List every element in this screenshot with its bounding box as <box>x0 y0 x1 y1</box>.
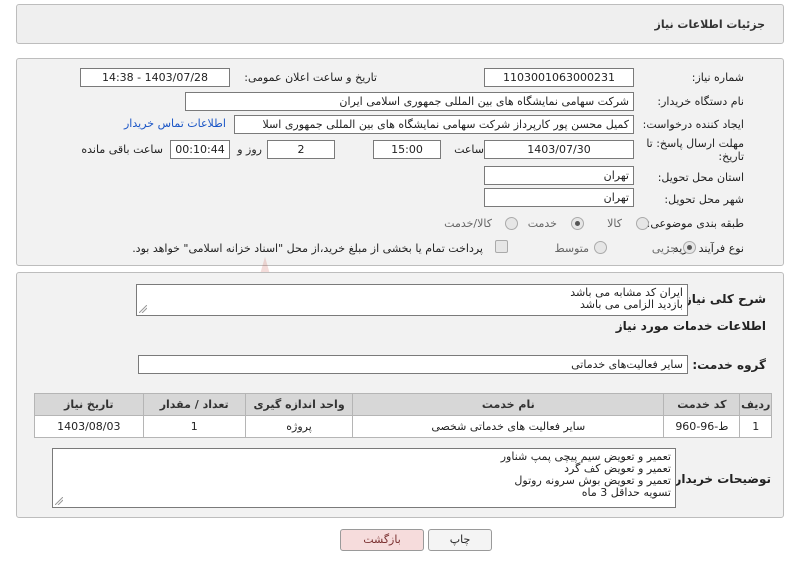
category-radio-goods[interactable] <box>636 217 649 230</box>
table-row[interactable]: 1 ط-96-960 سایر فعالیت های خدماتی شخصی پ… <box>34 415 772 438</box>
column-header: تعداد / مقدار <box>142 393 246 416</box>
announce-label: تاریخ و ساعت اعلان عمومی: <box>244 71 377 84</box>
page-header: جزئیات اطلاعات نیاز <box>16 4 784 44</box>
resize-grip-icon[interactable] <box>139 305 147 313</box>
service-group-label: گروه خدمت: <box>692 358 766 372</box>
description-line: بازدید الزامی می باشد <box>579 298 683 311</box>
category-label: طبقه بندی موضوعی: <box>646 217 744 230</box>
deadline-label: مهلت ارسال پاسخ: تا تاریخ: <box>646 137 744 163</box>
category-option-goods: کالا <box>607 217 622 230</box>
buyer-contact-link[interactable]: اطلاعات تماس خریدار <box>124 117 226 130</box>
province-field[interactable]: تهران <box>484 166 634 185</box>
buyer-notes-textarea[interactable]: تعمیر و تعویض سیم پیچی پمپ شناور تعمیر و… <box>52 448 676 508</box>
table-header-row: ردیف کد خدمت نام خدمت واحد اندازه گیری ت… <box>34 393 772 416</box>
category-option-service: خدمت <box>527 217 557 230</box>
buyer-notes-line: تعمیر و تعویض بوش سرونه روتول <box>514 474 671 487</box>
deadline-date-field[interactable]: 1403/07/30 <box>484 140 634 159</box>
service-group-field[interactable]: سایر فعالیت‌های خدماتی <box>138 355 688 374</box>
unit-cell: پروژه <box>244 415 354 438</box>
deadline-time-field[interactable]: 15:00 <box>373 140 441 159</box>
process-radio-medium[interactable] <box>594 241 607 254</box>
resize-grip-icon[interactable] <box>55 497 63 505</box>
province-label: استان محل تحویل: <box>657 171 744 184</box>
service-name-cell: سایر فعالیت های خدماتی شخصی <box>352 415 665 438</box>
print-button[interactable]: چاپ <box>428 529 492 551</box>
process-radio-minor[interactable] <box>683 241 696 254</box>
creator-label: ایجاد کننده درخواست: <box>642 118 744 131</box>
payment-note: پرداخت تمام یا بخشی از مبلغ خرید،از محل … <box>132 242 483 255</box>
services-section-title: اطلاعات خدمات مورد نیاز <box>615 319 766 333</box>
process-option-medium: متوسط <box>554 242 589 255</box>
column-header: تاریخ نیاز <box>34 393 144 416</box>
creator-field[interactable]: کمیل محسن پور کارپرداز شرکت سهامی نمایشگ… <box>234 115 634 134</box>
column-header: نام خدمت <box>352 393 665 416</box>
city-field[interactable]: تهران <box>484 188 634 207</box>
column-header: ردیف <box>739 393 772 416</box>
buyer-org-label: نام دستگاه خریدار: <box>657 95 744 108</box>
category-option-goods-service: کالا/خدمت <box>444 217 492 230</box>
need-number-field[interactable]: 1103001063000231 <box>484 68 634 87</box>
process-type-label: نوع فرآیند خرید : <box>666 242 744 255</box>
services-table: ردیف کد خدمت نام خدمت واحد اندازه گیری ت… <box>34 393 772 438</box>
days-label: روز و <box>237 143 262 156</box>
need-date-cell: 1403/08/03 <box>34 415 144 438</box>
service-code-cell: ط-96-960 <box>663 415 741 438</box>
days-field[interactable]: 2 <box>267 140 335 159</box>
row-number-cell: 1 <box>739 415 772 438</box>
need-number-label: شماره نیاز: <box>691 71 744 84</box>
process-option-minor: جزیی <box>651 242 677 255</box>
category-radio-service[interactable] <box>571 217 584 230</box>
buyer-notes-label: توضیحات خریدار: <box>669 472 771 486</box>
column-header: واحد اندازه گیری <box>244 393 354 416</box>
back-button[interactable]: بازگشت <box>340 529 424 551</box>
page-title: جزئیات اطلاعات نیاز <box>654 18 766 31</box>
description-textarea[interactable]: ایران کد مشابه می باشد بازدید الزامی می … <box>136 284 688 316</box>
city-label: شهر محل تحویل: <box>664 193 744 206</box>
buyer-org-field[interactable]: شرکت سهامی نمایشگاه های بین المللی جمهور… <box>185 92 634 111</box>
deadline-time-label: ساعت <box>454 143 484 156</box>
column-header: کد خدمت <box>663 393 741 416</box>
treasury-payment-checkbox[interactable] <box>495 240 508 253</box>
category-radio-goods-service[interactable] <box>505 217 518 230</box>
buyer-notes-line: تسویه حداقل 3 ماه <box>581 486 671 499</box>
quantity-cell: 1 <box>142 415 246 438</box>
announce-datetime-field[interactable]: 1403/07/28 - 14:38 <box>80 68 230 87</box>
remaining-time-field[interactable]: 00:10:44 <box>170 140 230 159</box>
description-label: شرح کلی نیاز: <box>680 292 766 306</box>
remaining-label: ساعت باقی مانده <box>81 143 163 156</box>
